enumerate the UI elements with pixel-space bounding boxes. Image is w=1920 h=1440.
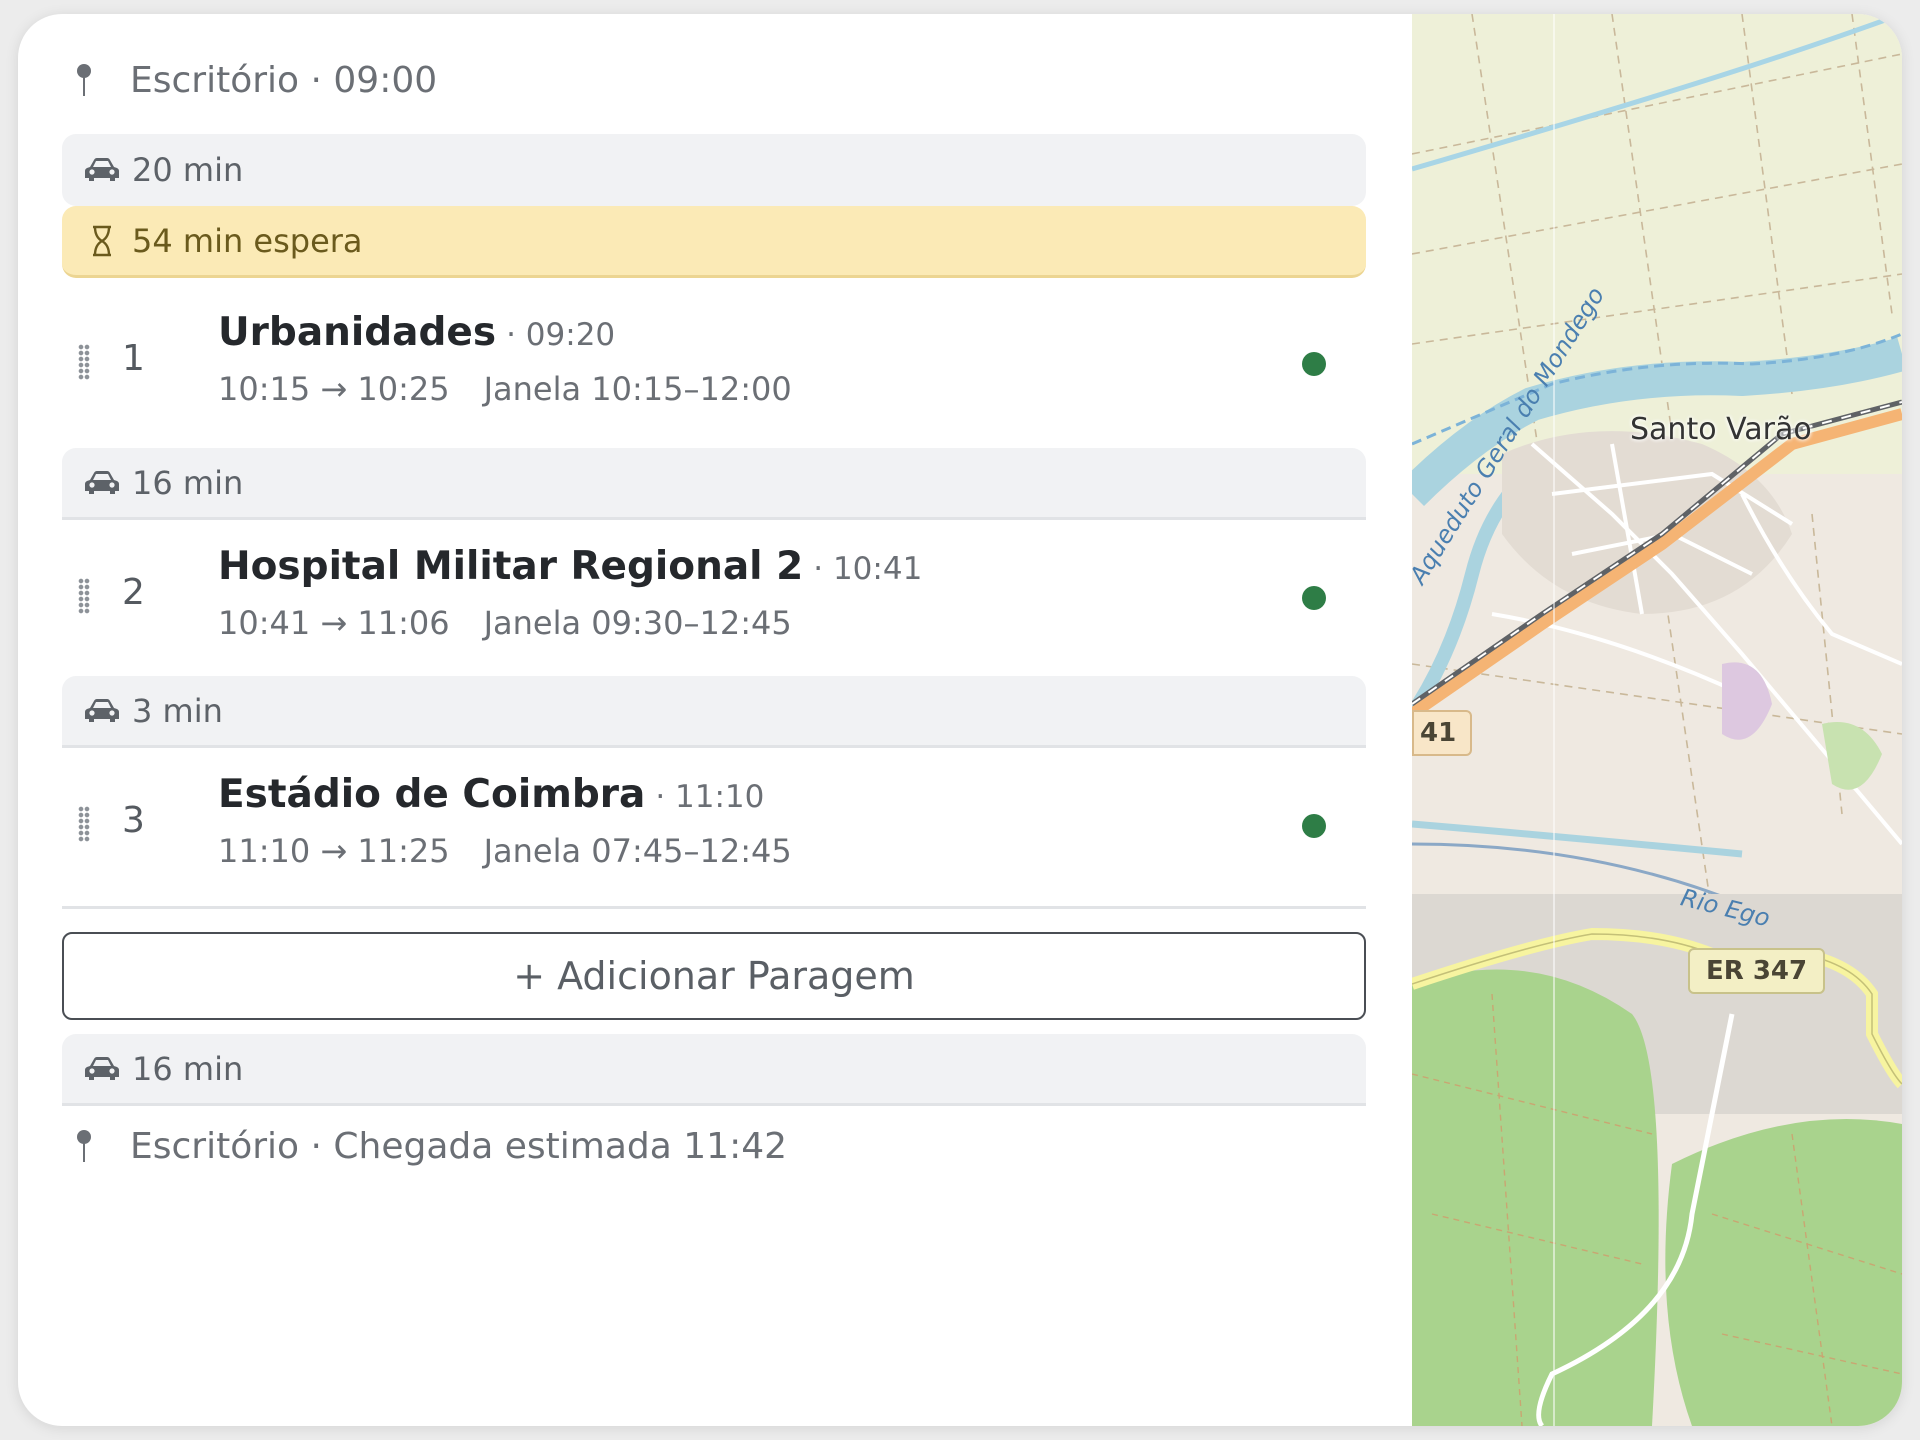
map-canvas[interactable]	[1412, 14, 1902, 1426]
stop-service-time: 11:10 → 11:25	[218, 832, 450, 870]
stop-service-time: 10:15 → 10:25	[218, 370, 450, 408]
map-place-label: Santo Varão	[1630, 412, 1812, 447]
stop-name: Estádio de Coimbra	[218, 772, 646, 817]
divider	[62, 906, 1366, 909]
travel-leg-duration: 20 min	[132, 151, 244, 189]
stop-time-window: Janela 10:15–12:00	[483, 370, 792, 408]
travel-leg: 3 min	[62, 676, 1366, 748]
stop-eta: · 10:41	[813, 551, 923, 587]
drag-handle-icon[interactable]	[78, 344, 90, 380]
road-badge: ER 347	[1688, 948, 1826, 994]
stop-time-window: Janela 09:30–12:45	[483, 604, 792, 642]
travel-leg-duration: 16 min	[132, 1049, 244, 1088]
map-pin-icon	[70, 63, 98, 98]
route-end: Escritório · Chegada estimada 11:42	[70, 1126, 787, 1167]
travel-leg: 16 min	[62, 1034, 1366, 1106]
road-badge-partial: 41	[1412, 710, 1473, 756]
travel-leg-duration: 3 min	[132, 691, 223, 730]
drag-handle-icon[interactable]	[78, 806, 90, 842]
add-stop-button[interactable]: + Adicionar Paragem	[62, 932, 1366, 1020]
wait-duration: 54 min espera	[132, 221, 363, 260]
car-icon	[85, 1056, 119, 1080]
car-icon	[85, 470, 119, 494]
stop-name: Urbanidades	[218, 310, 497, 355]
stop-service-time: 10:41 → 11:06	[218, 604, 450, 642]
travel-leg-duration: 16 min	[132, 463, 244, 502]
hourglass-icon	[93, 225, 111, 256]
stop-number: 3	[122, 800, 145, 841]
stop-item[interactable]: 2 Hospital Militar Regional 2 · 10:41 10…	[62, 520, 1366, 680]
route-start: Escritório · 09:00	[70, 60, 437, 101]
stop-time-window: Janela 07:45–12:45	[483, 832, 792, 870]
travel-leg: 20 min	[62, 134, 1366, 206]
wait-segment: 54 min espera	[62, 206, 1366, 278]
stop-item[interactable]: 3 Estádio de Coimbra · 11:10 11:10 → 11:…	[62, 748, 1366, 908]
stop-number: 2	[122, 572, 145, 613]
stop-eta: · 11:10	[655, 779, 765, 815]
status-dot	[1302, 814, 1326, 838]
stop-eta: · 09:20	[506, 317, 616, 353]
car-icon	[85, 698, 119, 722]
route-card: Escritório · 09:00 20 min 54 min espera …	[18, 14, 1902, 1426]
car-icon	[85, 158, 119, 181]
stop-number: 1	[122, 338, 145, 379]
map-pin-icon	[70, 1129, 98, 1164]
drag-handle-icon[interactable]	[78, 578, 90, 614]
map-view[interactable]: Aqueduto Geral do Mondego Santo Varão Ri…	[1412, 14, 1902, 1426]
stop-name: Hospital Militar Regional 2	[218, 544, 804, 589]
status-dot	[1302, 586, 1326, 610]
stop-item[interactable]: 1 Urbanidades · 09:20 10:15 → 10:25 Jane…	[62, 286, 1366, 446]
itinerary-panel: Escritório · 09:00 20 min 54 min espera …	[18, 14, 1412, 1426]
route-start-label: Escritório · 09:00	[130, 60, 438, 101]
status-dot	[1302, 352, 1326, 376]
travel-leg: 16 min	[62, 448, 1366, 520]
route-end-label: Escritório · Chegada estimada 11:42	[130, 1126, 788, 1167]
